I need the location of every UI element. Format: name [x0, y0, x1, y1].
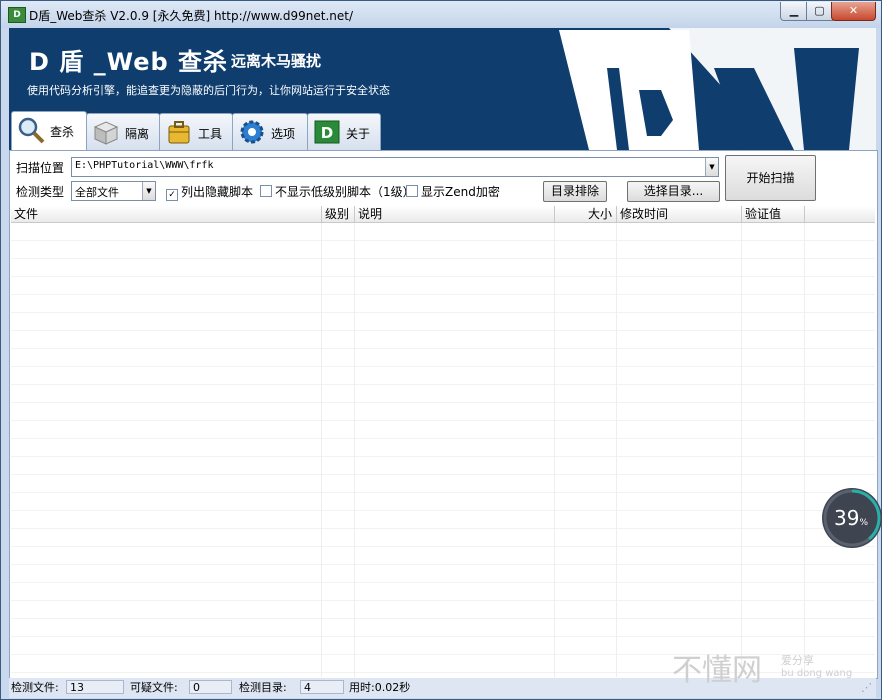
banner-title: D 盾 _Web 查杀: [29, 48, 229, 76]
watermark-pinyin: bu dong wang: [781, 668, 853, 679]
toolbox-icon: [168, 121, 190, 144]
column-hash[interactable]: 验证值: [742, 206, 805, 222]
scan-location-combo[interactable]: E:\PHPTutorial\WWW\frfk ▼: [71, 157, 719, 177]
start-scan-button[interactable]: 开始扫描: [725, 155, 816, 201]
banner-subtitle: 远离木马骚扰: [231, 52, 322, 70]
watermark-tagline: 爱分享: [781, 654, 814, 667]
tab-tools[interactable]: 工具: [159, 113, 233, 150]
exclude-dirs-button[interactable]: 目录排除: [543, 181, 607, 202]
magnifier-icon: [18, 117, 45, 144]
table-body[interactable]: [11, 223, 875, 677]
dirs-checked-value: 4: [300, 680, 344, 694]
results-table[interactable]: 文件 级别 说明 大小 修改时间 验证值: [11, 206, 875, 677]
banner-description: 使用代码分析引擎，能追查更为隐蔽的后门行为，让你网站运行于安全状态: [27, 84, 390, 97]
chevron-down-icon[interactable]: ▼: [142, 182, 155, 200]
select-dir-button[interactable]: 选择目录...: [627, 181, 720, 202]
d-shield-logo: [559, 28, 876, 150]
column-file[interactable]: 文件: [11, 206, 322, 222]
minimize-button[interactable]: ▁: [780, 2, 808, 21]
column-modified-time[interactable]: 修改时间: [617, 206, 742, 222]
app-icon: D: [8, 7, 26, 23]
column-description[interactable]: 说明: [355, 206, 555, 222]
scan-type-label: 检测类型: [16, 185, 65, 199]
scan-location-value: E:\PHPTutorial\WWW\frfk: [75, 160, 214, 171]
scan-type-value: 全部文件: [75, 186, 119, 199]
progress-percent: 39%: [834, 506, 869, 530]
checkbox-icon: [260, 185, 272, 197]
hidden-scripts-label: 列出隐藏脚本: [181, 185, 254, 199]
maximize-button[interactable]: ▢: [806, 2, 833, 21]
d-logo-icon: D: [314, 120, 340, 144]
window-title: D盾_Web查杀 V2.0.9 [永久免费] http://www.d99net…: [29, 9, 354, 23]
zend-label: 显示Zend加密: [421, 185, 500, 199]
chevron-down-icon[interactable]: ▼: [705, 158, 718, 176]
scan-type-select[interactable]: 全部文件 ▼: [71, 181, 156, 201]
zend-checkbox[interactable]: 显示Zend加密: [406, 183, 500, 200]
tab-quarantine[interactable]: 隔离: [86, 113, 160, 150]
tab-about[interactable]: D 关于: [307, 113, 381, 150]
tab-quarantine-label: 隔离: [125, 127, 150, 141]
suspicious-files-label: 可疑文件:: [130, 681, 178, 694]
resize-grip-icon[interactable]: ⋰: [861, 680, 872, 695]
progress-circle[interactable]: 39%: [822, 488, 882, 548]
hidden-scripts-checkbox[interactable]: ✓ 列出隐藏脚本: [166, 183, 253, 201]
scan-location-label: 扫描位置: [16, 161, 65, 175]
column-size[interactable]: 大小: [555, 206, 617, 222]
table-header: 文件 级别 说明 大小 修改时间 验证值: [11, 206, 875, 223]
tab-options[interactable]: 选项: [232, 113, 308, 150]
elapsed-time: 用时:0.02秒: [349, 681, 411, 694]
dirs-checked-label: 检测目录:: [239, 681, 287, 694]
low-level-checkbox[interactable]: 不显示低级别脚本（1级）: [260, 183, 415, 200]
suspicious-files-value: 0: [189, 680, 232, 694]
tab-scan-label: 查杀: [50, 125, 75, 139]
tab-tools-label: 工具: [198, 127, 223, 141]
tab-options-label: 选项: [271, 127, 296, 141]
application-window: D D盾_Web查杀 V2.0.9 [永久免费] http://www.d99n…: [0, 0, 882, 700]
checkbox-checked-icon: ✓: [166, 189, 178, 201]
files-checked-value: 13: [66, 680, 124, 694]
checkbox-icon: [406, 185, 418, 197]
title-bar[interactable]: D D盾_Web查杀 V2.0.9 [永久免费] http://www.d99n…: [1, 1, 881, 28]
tab-scan[interactable]: 查杀: [11, 111, 87, 152]
files-checked-label: 检测文件:: [11, 681, 59, 694]
tab-about-label: 关于: [346, 127, 371, 141]
svg-text:D: D: [321, 124, 333, 142]
column-level[interactable]: 级别: [322, 206, 355, 222]
box-icon: [93, 121, 119, 145]
gear-icon: [240, 120, 264, 144]
low-level-label: 不显示低级别脚本（1级）: [275, 185, 415, 199]
watermark: 不懂网: [672, 653, 762, 688]
scan-panel: 扫描位置 E:\PHPTutorial\WWW\frfk ▼ 开始扫描 检测类型…: [9, 150, 878, 679]
close-button[interactable]: ✕: [831, 2, 876, 21]
